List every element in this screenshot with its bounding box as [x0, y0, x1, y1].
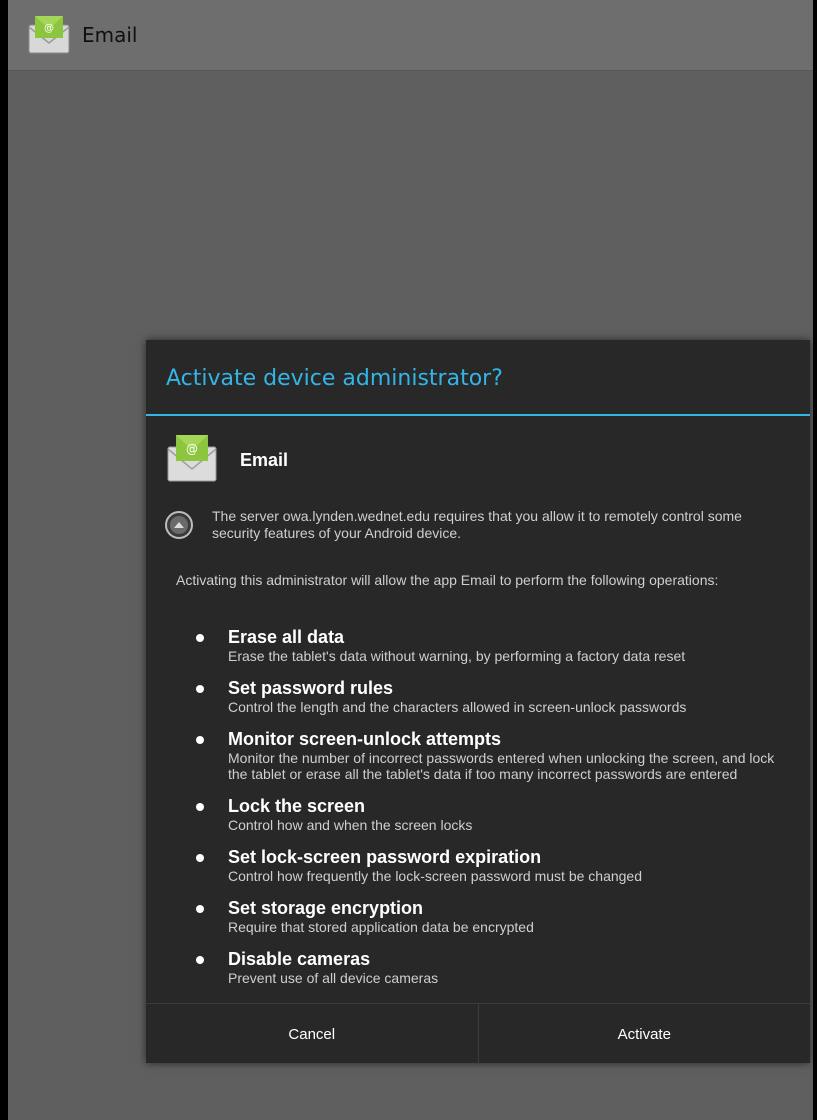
email-envelope-icon: @ — [166, 433, 218, 487]
policy-description: Control how frequently the lock-screen p… — [228, 868, 642, 884]
policy-description: Control the length and the characters al… — [228, 699, 687, 715]
bullet-icon — [196, 956, 204, 964]
policy-description: Erase the tablet's data without warning,… — [228, 648, 686, 664]
bullet-icon — [196, 854, 204, 862]
bullet-icon — [196, 905, 204, 913]
email-envelope-icon[interactable]: @ — [24, 13, 74, 57]
dialog-title: Activate device administrator? — [166, 366, 503, 391]
bullet-icon — [196, 634, 204, 642]
action-bar: @ Email — [8, 0, 813, 71]
list-item: Set storage encryption Require that stor… — [196, 897, 796, 935]
policy-description: Control how and when the screen locks — [228, 817, 473, 833]
title-divider — [146, 414, 810, 416]
policy-title: Set password rules — [228, 678, 394, 698]
policy-title: Set storage encryption — [228, 898, 424, 918]
policy-title: Erase all data — [228, 627, 345, 647]
device-admin-dialog: Activate device administrator? @ Email T… — [146, 340, 810, 1064]
left-edge — [0, 0, 8, 1120]
list-item: Set lock-screen password expiration Cont… — [196, 846, 796, 884]
cancel-button[interactable]: Cancel — [146, 1004, 478, 1064]
activate-button[interactable]: Activate — [479, 1004, 811, 1064]
policy-description: Prevent use of all device cameras — [228, 970, 439, 986]
list-item: Erase all data Erase the tablet's data w… — [196, 626, 796, 664]
right-edge — [813, 0, 817, 1120]
svg-text:@: @ — [186, 442, 198, 456]
server-message: The server owa.lynden.wednet.edu require… — [212, 508, 742, 541]
policy-description: Require that stored application data be … — [228, 919, 534, 935]
policy-title: Disable cameras — [228, 949, 371, 969]
list-item: Disable cameras Prevent use of all devic… — [196, 948, 796, 986]
button-bar: Cancel Activate — [146, 1003, 810, 1064]
expand-up-icon[interactable] — [164, 510, 194, 540]
list-item: Monitor screen-unlock attempts Monitor t… — [196, 728, 796, 782]
app-name: Email — [240, 449, 289, 470]
policy-title: Set lock-screen password expiration — [228, 847, 542, 867]
policy-list: Erase all data Erase the tablet's data w… — [196, 626, 796, 999]
server-message-row: The server owa.lynden.wednet.edu require… — [164, 508, 784, 542]
bullet-icon — [196, 803, 204, 811]
bullet-icon — [196, 736, 204, 744]
bullet-icon — [196, 685, 204, 693]
screen: @ Email Activate device administrator? @… — [0, 0, 817, 1120]
app-row: @ Email — [166, 432, 288, 488]
intro-text: Activating this administrator will allow… — [176, 572, 719, 588]
svg-text:@: @ — [44, 23, 54, 34]
list-item: Lock the screen Control how and when the… — [196, 795, 796, 833]
list-item: Set password rules Control the length an… — [196, 677, 796, 715]
policy-description: Monitor the number of incorrect password… — [228, 750, 775, 782]
policy-title: Monitor screen-unlock attempts — [228, 729, 502, 749]
app-title: Email — [82, 23, 138, 47]
policy-title: Lock the screen — [228, 796, 366, 816]
